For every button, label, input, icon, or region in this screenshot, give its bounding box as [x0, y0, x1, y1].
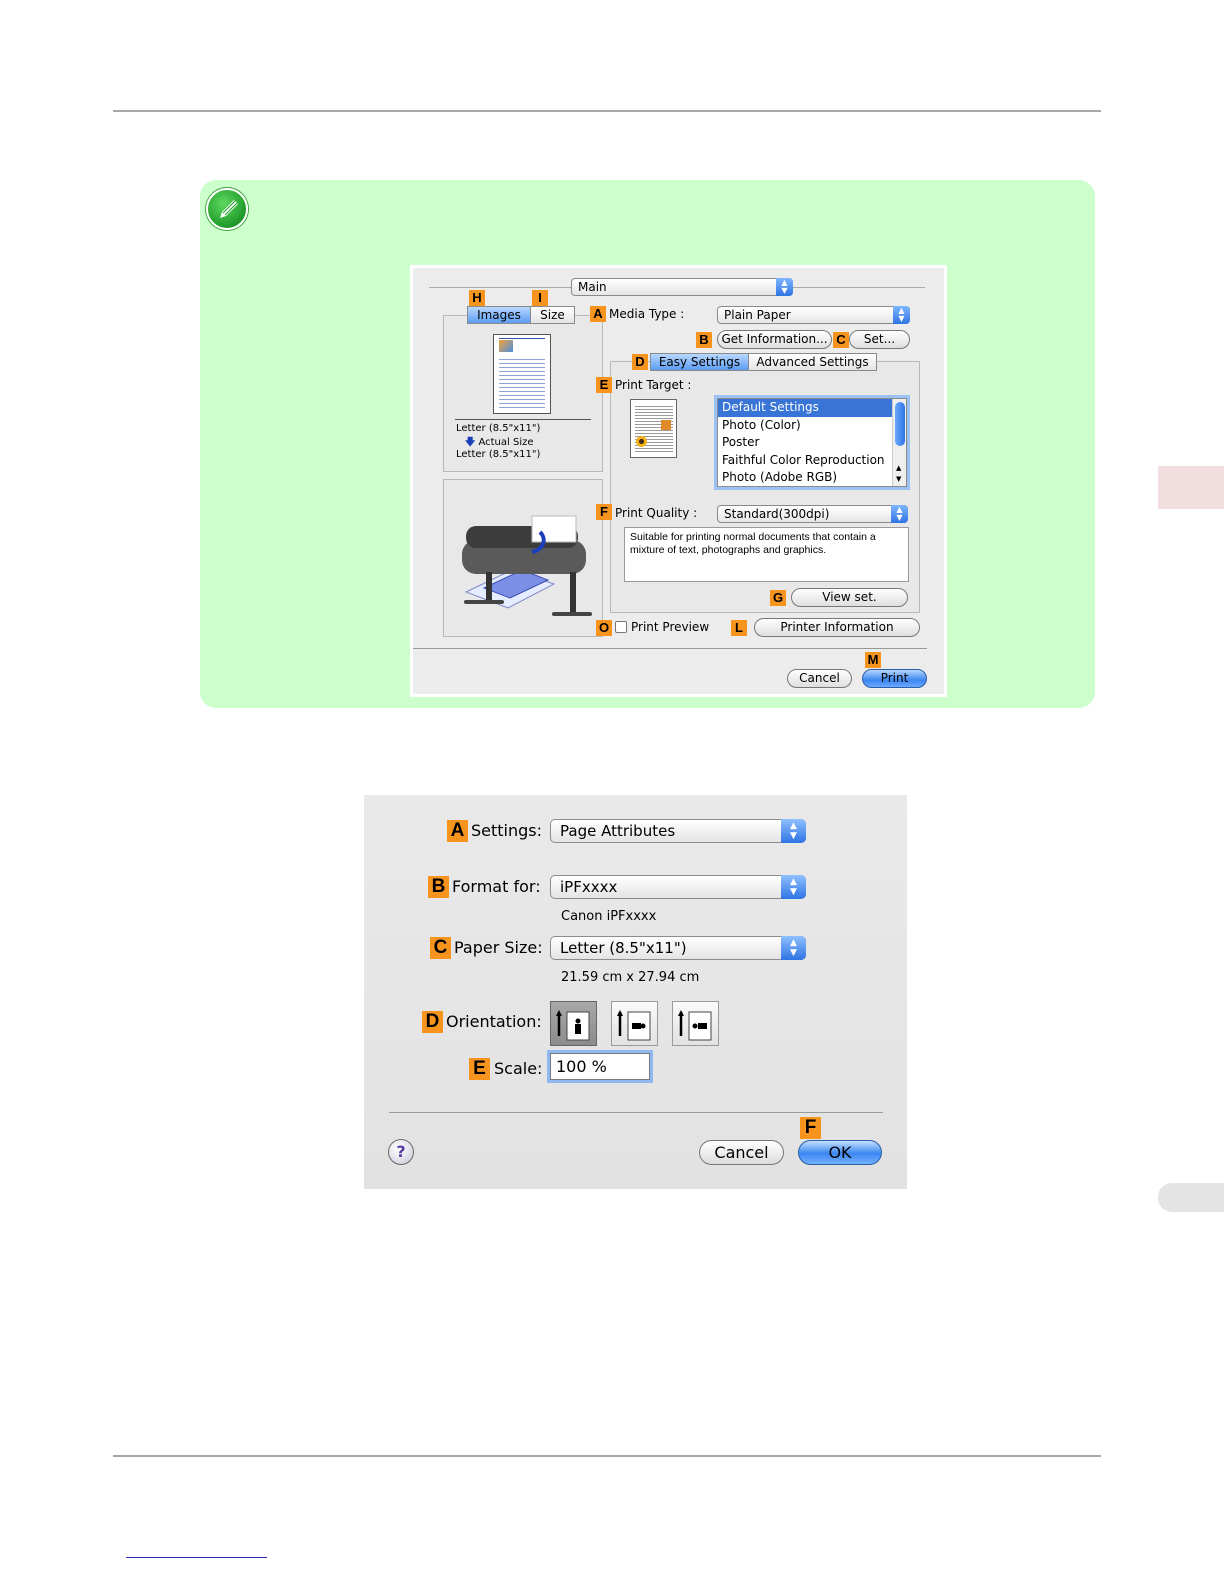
printer-image-group	[443, 479, 603, 637]
tag-b: B	[428, 876, 449, 898]
note-pencil-icon	[206, 188, 248, 230]
print-preview-checkbox[interactable]	[615, 621, 627, 633]
tag-e: E	[596, 377, 612, 393]
print-preview-label: Print Preview	[631, 620, 710, 634]
paper-size-label: Paper Size:	[454, 938, 543, 957]
landscape-left-icon	[617, 1010, 651, 1041]
set-button[interactable]: Set...	[849, 330, 910, 349]
tag-i: I	[532, 290, 548, 306]
list-item[interactable]: Poster	[718, 434, 906, 452]
orientation-landscape-right-button[interactable]	[672, 1001, 719, 1046]
popup-arrows-icon: ▲ ▼	[781, 819, 806, 843]
divider	[389, 1112, 883, 1113]
list-item[interactable]: Photo (Color)	[718, 417, 906, 435]
thumbnail-photo	[661, 420, 671, 430]
divider	[793, 287, 925, 288]
scrollbar-thumb[interactable]	[895, 402, 905, 446]
list-item[interactable]: Faithful Color Reproduction	[718, 452, 906, 470]
tag-m: M	[865, 652, 881, 668]
source-size-text: Letter (8.5"x11")	[456, 423, 541, 434]
print-target-label: Print Target :	[615, 378, 692, 392]
tab-easy-settings[interactable]: Easy Settings	[650, 353, 749, 371]
paper-size-popup[interactable]: Letter (8.5"x11") ▲ ▼	[550, 936, 806, 960]
tag-l: L	[731, 620, 747, 636]
tab-advanced-settings[interactable]: Advanced Settings	[748, 353, 877, 371]
scroll-up-icon[interactable]: ▲	[896, 464, 901, 472]
popup-arrows-icon: ▲ ▼	[781, 936, 806, 960]
tag-f: F	[596, 504, 612, 520]
portrait-icon	[556, 1010, 590, 1041]
media-type-label: Media Type :	[609, 307, 685, 321]
tag-a: A	[447, 820, 468, 842]
list-item[interactable]: Photo (Adobe RGB)	[718, 469, 906, 487]
tag-c: C	[430, 937, 451, 959]
tag-h: H	[469, 290, 485, 306]
format-for-label: Format for:	[452, 877, 541, 896]
divider	[413, 648, 927, 649]
page-thumbnail	[493, 334, 551, 414]
tab-size[interactable]: Size	[530, 306, 575, 324]
sunflower-image	[636, 436, 647, 447]
popup-arrows-icon: ▲ ▼	[891, 505, 908, 523]
thumbnail-photo	[499, 340, 513, 352]
orientation-portrait-button[interactable]	[550, 1001, 597, 1046]
tag-g: G	[770, 590, 786, 606]
tag-a: A	[590, 306, 606, 322]
cancel-button[interactable]: Cancel	[699, 1140, 784, 1165]
main-popup[interactable]: Main ▲ ▼	[571, 278, 793, 296]
divider	[429, 287, 571, 288]
media-type-popup[interactable]: Plain Paper ▲ ▼	[717, 306, 910, 324]
settings-popup[interactable]: Page Attributes ▲ ▼	[550, 819, 806, 843]
popup-arrows-icon: ▲ ▼	[776, 278, 793, 296]
print-quality-label: Print Quality :	[615, 506, 698, 520]
index-side-tab	[1158, 1183, 1224, 1212]
thumbnail-lines	[499, 356, 545, 408]
print-target-thumbnail	[630, 399, 677, 458]
arrow-down-icon: 🡇	[465, 437, 476, 448]
thumbnail-top-line	[499, 338, 545, 339]
orientation-label: Orientation:	[446, 1012, 542, 1031]
printer-information-button[interactable]: Printer Information	[754, 618, 920, 637]
tag-e: E	[469, 1058, 490, 1080]
list-item[interactable]: Default Settings	[718, 399, 906, 417]
view-set-button[interactable]: View set.	[791, 588, 908, 607]
output-size-text: Letter (8.5"x11")	[456, 449, 541, 460]
landscape-right-icon	[678, 1010, 712, 1041]
paper-size-dimensions: 21.59 cm x 27.94 cm	[561, 970, 700, 985]
divider	[455, 419, 591, 420]
tag-b: B	[696, 332, 712, 348]
header-rule	[113, 110, 1101, 112]
chapter-side-tab	[1158, 466, 1224, 509]
scale-label: Scale:	[494, 1059, 543, 1078]
get-information-button[interactable]: Get Information...	[717, 330, 832, 349]
tag-d: D	[422, 1011, 443, 1033]
print-dialog: Main ▲ ▼ H I Images Size Letter (8.5"x11"…	[410, 265, 947, 697]
help-icon[interactable]: ?	[388, 1139, 414, 1165]
print-button[interactable]: Print	[862, 669, 927, 688]
tag-c: C	[833, 332, 849, 348]
footer-link-underline[interactable]	[126, 1557, 267, 1558]
tag-f: F	[800, 1117, 821, 1139]
format-for-description: Canon iPFxxxx	[561, 909, 657, 924]
popup-arrows-icon: ▲ ▼	[781, 875, 806, 899]
print-quality-popup[interactable]: Standard(300dpi) ▲ ▼	[717, 505, 908, 523]
tag-d: D	[632, 354, 648, 370]
tab-images[interactable]: Images	[467, 306, 531, 324]
footer-rule	[113, 1455, 1101, 1457]
printer-illustration-icon	[462, 515, 592, 616]
scale-input[interactable]: 100 %	[547, 1050, 653, 1083]
list-scrollbar[interactable]: ▲ ▼	[892, 399, 906, 486]
print-target-list[interactable]: Default Settings Photo (Color) Poster Fa…	[714, 395, 910, 490]
tag-o: O	[596, 620, 612, 636]
page-setup-dialog	[364, 795, 907, 1189]
scroll-down-icon[interactable]: ▼	[896, 475, 901, 483]
settings-label: Settings:	[471, 821, 543, 840]
ok-button[interactable]: OK	[798, 1140, 882, 1165]
cancel-button[interactable]: Cancel	[787, 669, 852, 688]
orientation-landscape-left-button[interactable]	[611, 1001, 658, 1046]
description-box: Suitable for printing normal documents t…	[624, 527, 909, 582]
format-for-popup[interactable]: iPFxxxx ▲ ▼	[550, 875, 806, 899]
popup-arrows-icon: ▲ ▼	[893, 306, 910, 324]
